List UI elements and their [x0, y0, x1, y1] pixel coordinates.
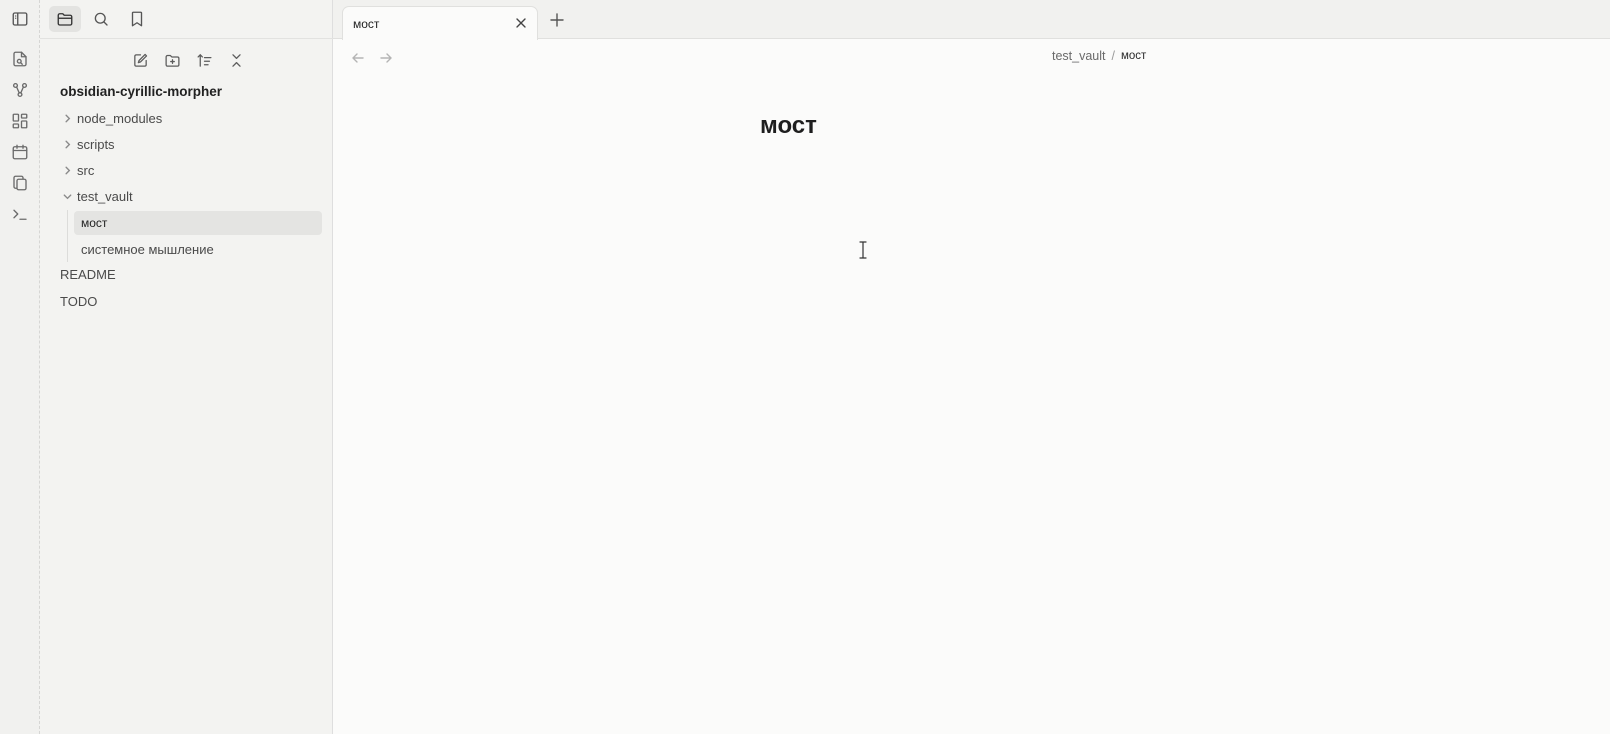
- tree-item-label: мост: [81, 216, 108, 230]
- collapse-all-icon[interactable]: [224, 48, 248, 72]
- tree-file-most[interactable]: мост: [74, 211, 322, 235]
- tree-folder-src[interactable]: src: [60, 158, 94, 182]
- left-ribbon: [0, 0, 40, 734]
- graph-view-icon[interactable]: [9, 79, 31, 101]
- tree-item-label: системное мышление: [81, 241, 214, 257]
- chevron-right-icon: [60, 137, 74, 151]
- editor-area: мост test_vault / мост мост: [333, 0, 1610, 734]
- chevron-down-icon: [60, 189, 74, 203]
- breadcrumb: test_vault / мост: [1052, 49, 1146, 63]
- tree-item-label: TODO: [60, 293, 98, 309]
- note-title[interactable]: мост: [760, 112, 817, 140]
- tree-item-label: node_modules: [77, 110, 163, 126]
- tree-item-label: src: [77, 162, 95, 178]
- tree-file-todo[interactable]: TODO: [60, 289, 97, 313]
- text-cursor-icon: [858, 241, 868, 259]
- tab-bar: мост: [333, 0, 1610, 40]
- switcher-icon[interactable]: [9, 48, 31, 70]
- tree-folder-test-vault[interactable]: test_vault: [60, 184, 133, 208]
- tree-item-label: scripts: [77, 136, 115, 152]
- tree-folder-scripts[interactable]: scripts: [60, 132, 115, 156]
- forward-arrow-icon[interactable]: [376, 48, 396, 68]
- terminal-icon[interactable]: [9, 203, 31, 225]
- file-explorer-sidebar: obsidian-cyrillic-morpher node_modules s…: [12, 0, 333, 734]
- plus-icon[interactable]: [547, 10, 567, 30]
- vault-name[interactable]: obsidian-cyrillic-morpher: [60, 84, 222, 99]
- breadcrumb-folder[interactable]: test_vault: [1052, 49, 1106, 63]
- tree-folder-node-modules[interactable]: node_modules: [60, 106, 162, 130]
- tree-file-readme[interactable]: README: [60, 262, 116, 286]
- calendar-icon[interactable]: [9, 141, 31, 163]
- sort-order-icon[interactable]: [192, 48, 216, 72]
- tree-file-systems-thinking[interactable]: системное мышление: [81, 237, 214, 261]
- bookmark-icon[interactable]: [121, 6, 153, 32]
- app-window: obsidian-cyrillic-morpher node_modules s…: [0, 0, 1610, 734]
- indent-guide: [67, 210, 68, 262]
- templates-icon[interactable]: [9, 172, 31, 194]
- tab-most[interactable]: мост: [342, 6, 538, 40]
- breadcrumb-separator: /: [1111, 49, 1115, 63]
- tree-item-label: test_vault: [77, 188, 133, 204]
- new-note-icon[interactable]: [128, 48, 152, 72]
- search-icon[interactable]: [85, 6, 117, 32]
- breadcrumb-current[interactable]: мост: [1121, 50, 1146, 62]
- chevron-right-icon: [60, 111, 74, 125]
- canvas-icon[interactable]: [9, 110, 31, 132]
- sidebar-tab-header: [12, 0, 333, 39]
- chevron-right-icon: [60, 163, 74, 177]
- files-tab-icon[interactable]: [49, 6, 81, 32]
- new-folder-icon[interactable]: [160, 48, 184, 72]
- close-icon[interactable]: [513, 15, 529, 31]
- back-arrow-icon[interactable]: [348, 48, 368, 68]
- sidebar-toggle-icon[interactable]: [9, 8, 31, 30]
- tab-title: мост: [353, 17, 380, 31]
- tree-item-label: README: [60, 266, 116, 282]
